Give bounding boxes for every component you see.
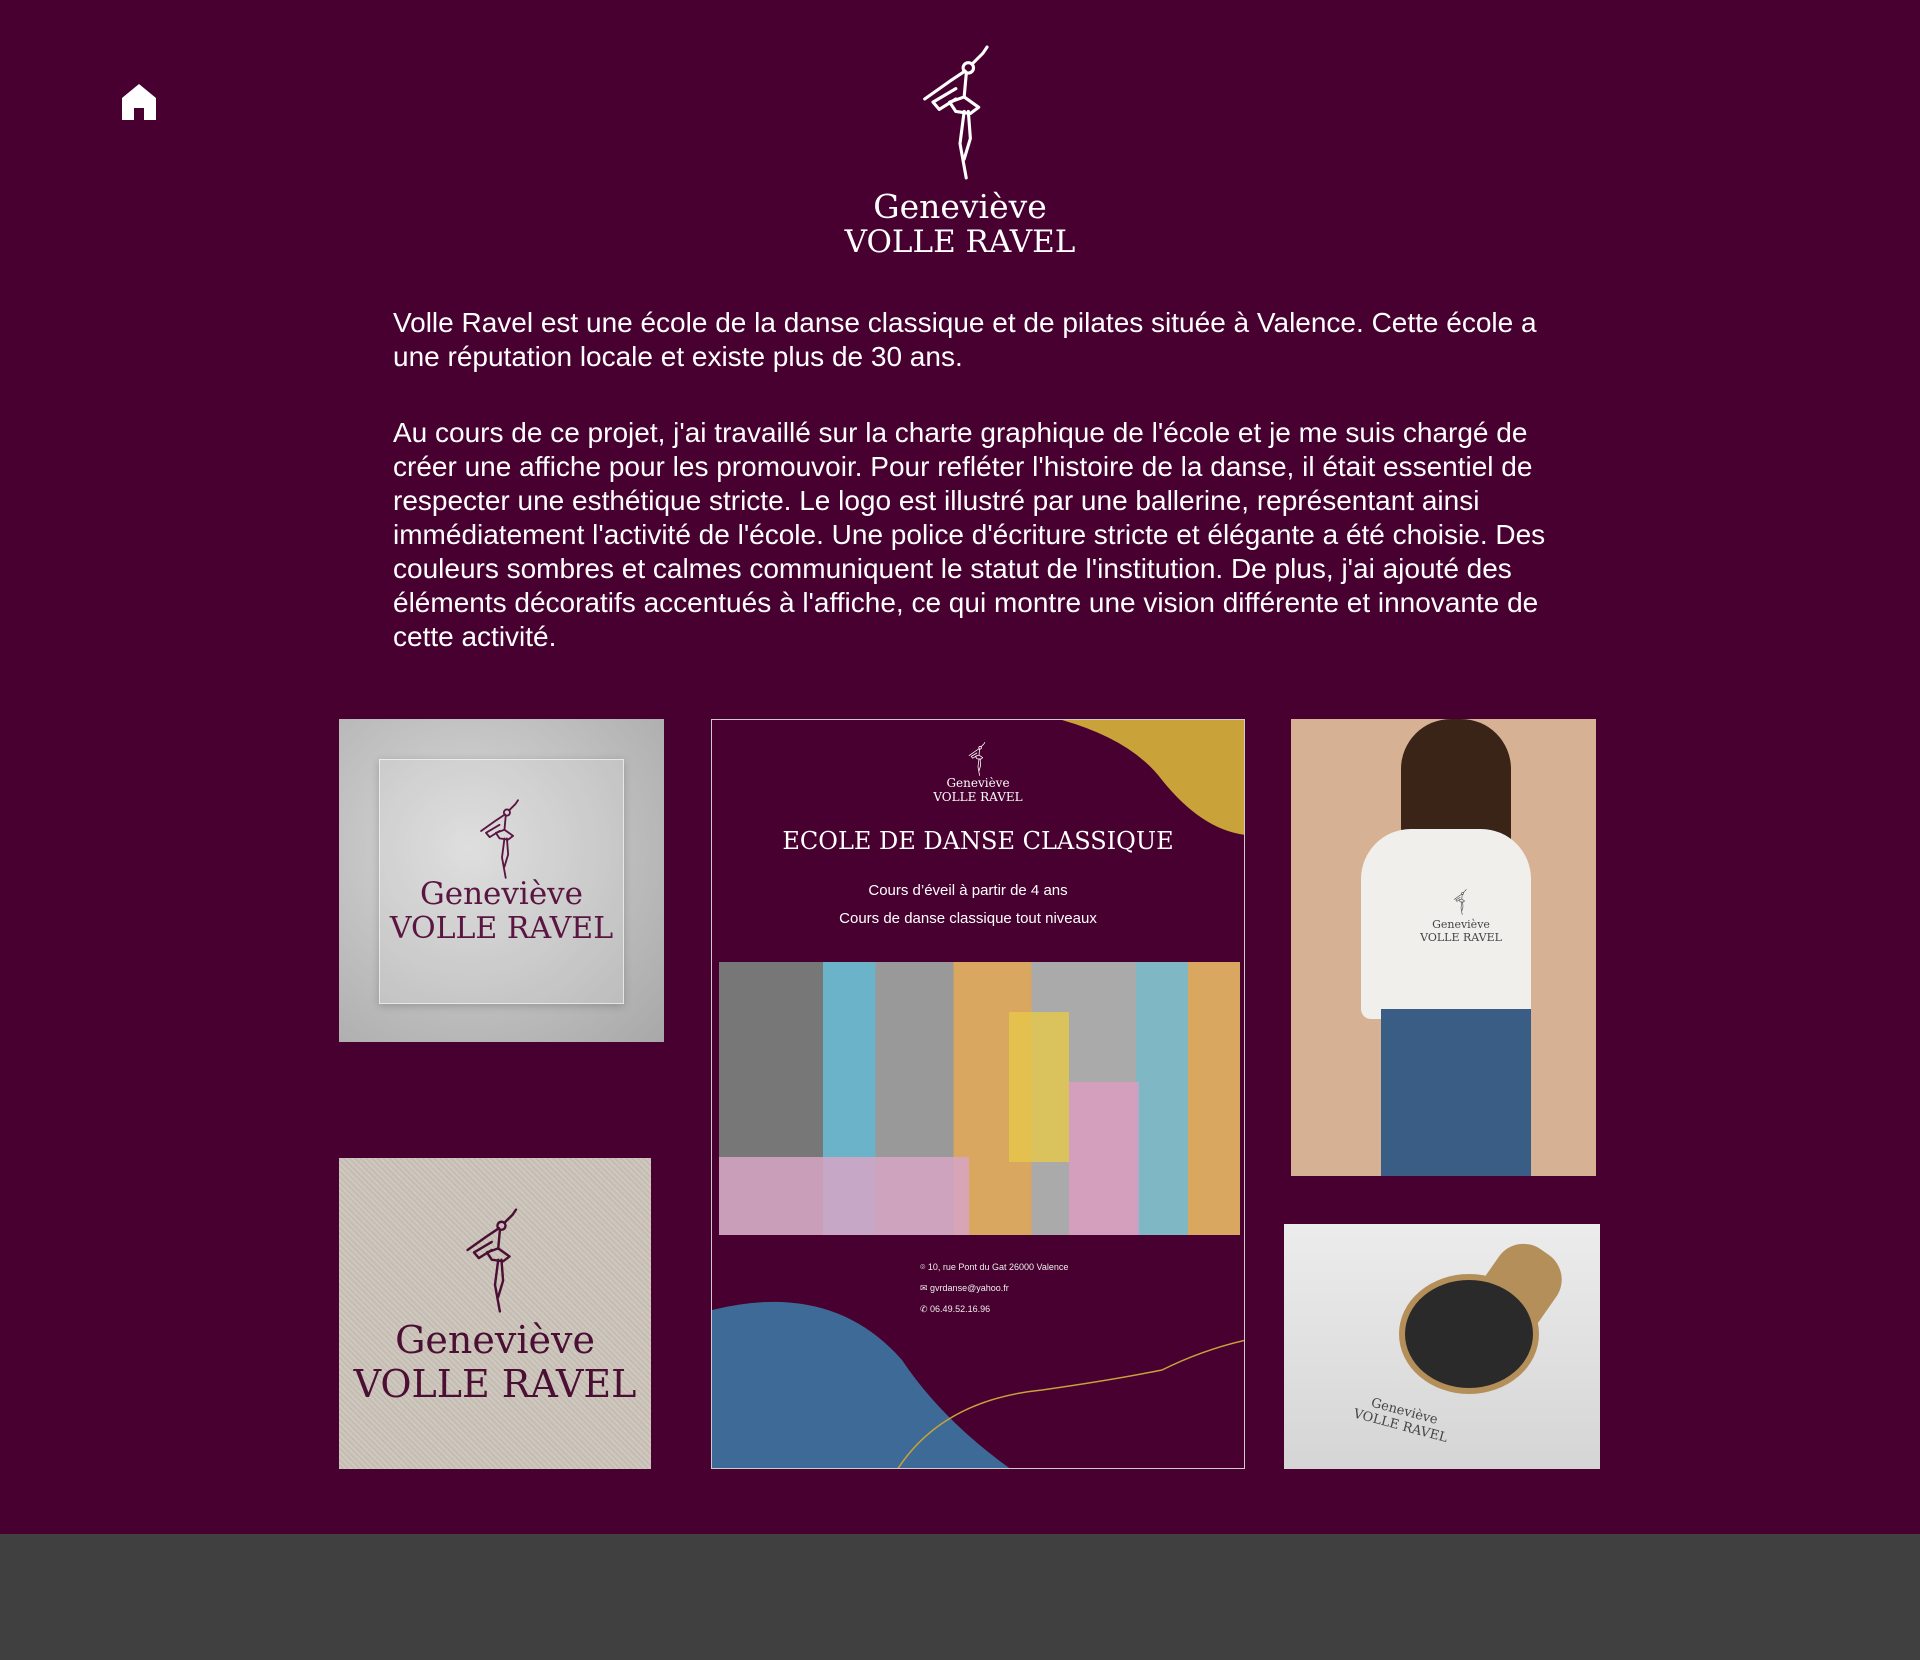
poster-line-1: Cours d’éveil à partir de 4 ans (868, 882, 1068, 899)
poster-image: Geneviève VOLLE RAVEL ECOLE DE DANSE CLA… (711, 719, 1245, 1469)
poster-email: ✉ gvrdanse@yahoo.fr (920, 1283, 1009, 1293)
poster-line-2: Cours de danse classique tout niveaux (839, 910, 1097, 927)
project-paragraph: Au cours de ce projet, j'ai travaillé su… (393, 417, 1546, 652)
ballerina-logo-icon (967, 742, 989, 776)
poster-phone: ✆ 06.49.52.16.96 (920, 1304, 991, 1314)
paper-mockup-image: Geneviève VOLLE RAVEL (339, 1158, 651, 1469)
logo-last-name: VOLLE RAVEL (844, 224, 1076, 260)
sign-mockup-image: Geneviève VOLLE RAVEL (339, 719, 664, 1042)
home-icon (122, 84, 156, 120)
brand-logo: Geneviève VOLLE RAVEL (760, 45, 1160, 259)
logo-first-name: Geneviève (873, 187, 1047, 226)
envelope-icon: ✉ (920, 1283, 931, 1293)
poster-last-name: VOLLE RAVEL (933, 790, 1023, 804)
sign-last-name: VOLLE RAVEL (389, 911, 614, 946)
poster-title: ECOLE DE DANSE CLASSIQUE (782, 827, 1174, 855)
location-pin-icon: ⌾ (920, 1262, 928, 1272)
ballerina-logo-icon (476, 799, 528, 879)
tshirt-first-name: Geneviève (1432, 918, 1490, 931)
stamp-mockup-image: Geneviève VOLLE RAVEL (1284, 1224, 1600, 1469)
sign-first-name: Geneviève (419, 876, 584, 912)
ballerina-logo-icon (918, 45, 1002, 180)
home-button[interactable] (120, 82, 158, 122)
paper-last-name: VOLLE RAVEL (353, 1362, 637, 1406)
poster-first-name: Geneviève (946, 776, 1010, 790)
poster-dancers-photo (719, 962, 1240, 1235)
footer (0, 1534, 1920, 1660)
poster-address: ⌾ 10, rue Pont du Gat 26000 Valence (920, 1262, 1069, 1272)
phone-icon: ✆ (920, 1304, 931, 1314)
tshirt-mockup-image: Geneviève VOLLE RAVEL (1291, 719, 1596, 1176)
tshirt-last-name: VOLLE RAVEL (1420, 931, 1502, 944)
ballerina-logo-icon (1453, 889, 1469, 915)
ballerina-logo-icon (462, 1208, 528, 1313)
paper-first-name: Geneviève (395, 1318, 595, 1362)
intro-paragraph: Volle Ravel est une école de la danse cl… (393, 307, 1537, 372)
